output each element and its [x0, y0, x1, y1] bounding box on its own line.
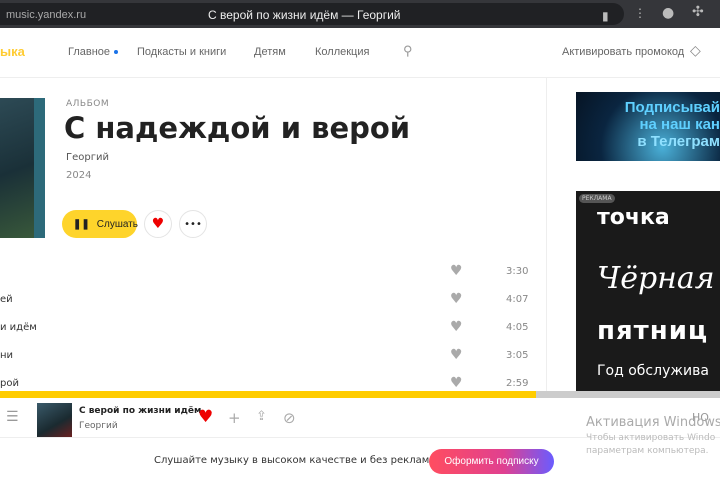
- track-name: ей: [0, 294, 13, 305]
- subscribe-button[interactable]: Оформить подписку: [429, 449, 554, 474]
- ad-line: Чёрная: [597, 261, 715, 296]
- logo[interactable]: ыка: [0, 44, 25, 59]
- progress-fill: [0, 391, 536, 398]
- plus-icon[interactable]: +: [228, 409, 241, 427]
- nav-collection[interactable]: Коллекция: [315, 46, 369, 58]
- tochka-ad[interactable]: РЕКЛАМА точка Чёрная пятниц Год обслужив…: [576, 191, 720, 391]
- heart-icon[interactable]: ♥: [198, 407, 213, 427]
- menu-dots-icon[interactable]: ⋮: [634, 6, 646, 20]
- album-type: АЛЬБОМ: [66, 99, 110, 109]
- heart-icon[interactable]: ♥: [450, 347, 463, 363]
- url-text[interactable]: music.yandex.ru: [6, 9, 86, 21]
- ad-brand: точка: [597, 205, 670, 230]
- bookmark-icon[interactable]: ▮: [602, 9, 609, 23]
- play-button[interactable]: ❚❚ Слушать: [62, 210, 138, 238]
- track-row[interactable]: ни ♥ 3:05: [0, 342, 530, 370]
- heart-icon[interactable]: ♥: [450, 263, 463, 279]
- nav-home-label: Главное: [68, 46, 111, 58]
- nav-podcasts[interactable]: Подкасты и книги: [137, 46, 226, 58]
- ad-line: Год обслужива: [597, 363, 709, 379]
- album-cover-edge: [34, 98, 45, 238]
- ad-line: на наш кан: [639, 116, 720, 133]
- ticket-icon[interactable]: ◇: [690, 42, 701, 59]
- track-name: рой: [0, 378, 19, 389]
- new-dot: [114, 50, 119, 55]
- nav-home[interactable]: Главное: [68, 46, 119, 58]
- track-row[interactable]: и идём ♥ 4:05: [0, 314, 530, 342]
- track-duration: 4:05: [506, 322, 529, 333]
- ad-line: в Телеграм: [637, 133, 720, 150]
- search-icon[interactable]: ⚲: [403, 43, 413, 59]
- site-header: ыка Главное Подкасты и книги Детям Колле…: [0, 28, 720, 78]
- queue-icon[interactable]: ☰: [6, 409, 19, 425]
- nav-kids[interactable]: Детям: [254, 46, 286, 58]
- play-label: Слушать: [96, 218, 138, 230]
- promo-text: Слушайте музыку в высоком качестве и без…: [154, 455, 438, 466]
- player-artist[interactable]: Георгий: [79, 421, 118, 431]
- share-icon[interactable]: ⇪: [256, 409, 267, 424]
- heart-icon[interactable]: ♥: [450, 291, 463, 307]
- ad-line: пятниц: [597, 316, 709, 346]
- address-bar[interactable]: music.yandex.ru С верой по жизни идём — …: [0, 3, 624, 25]
- player-track-title[interactable]: С верой по жизни идём: [79, 406, 201, 416]
- more-button[interactable]: •••: [179, 210, 207, 238]
- windows-activation-title: Активация Windows: [586, 415, 720, 430]
- promo-code-link[interactable]: Активировать промокод: [562, 46, 684, 58]
- ad-label: РЕКЛАМА: [579, 194, 615, 203]
- track-name: ни: [0, 350, 14, 361]
- block-icon[interactable]: ⊘: [283, 409, 296, 427]
- track-row[interactable]: ♥ 3:30: [0, 258, 530, 286]
- windows-line: Чтобы активировать Windo: [586, 433, 716, 443]
- track-cover[interactable]: [37, 403, 72, 437]
- album-year: 2024: [66, 170, 92, 181]
- divider: [546, 78, 547, 391]
- track-name: и идём: [0, 322, 37, 333]
- album-title: С надеждой и верой: [64, 111, 411, 145]
- pause-icon: ❚❚: [73, 218, 90, 230]
- heart-icon[interactable]: ♥: [450, 375, 463, 391]
- globe-icon[interactable]: ●: [662, 5, 674, 21]
- track-duration: 3:05: [506, 350, 529, 361]
- telegram-ad[interactable]: Подписывай на наш кан в Телеграм: [576, 92, 720, 161]
- page-title-text: С верой по жизни идём — Георгий: [208, 8, 401, 22]
- playback-progress[interactable]: [0, 391, 720, 398]
- track-duration: 3:30: [506, 266, 529, 277]
- like-album-button[interactable]: ♥: [144, 210, 172, 238]
- track-duration: 4:07: [506, 294, 529, 305]
- track-duration: 2:59: [506, 378, 529, 389]
- windows-activation-text: Чтобы активировать Windo параметрам компь…: [586, 432, 715, 458]
- windows-line: параметрам компьютера.: [586, 446, 709, 456]
- ad-line: Подписывай: [624, 99, 720, 116]
- heart-icon[interactable]: ♥: [450, 319, 463, 335]
- extensions-icon[interactable]: ✣: [692, 4, 704, 20]
- album-artist[interactable]: Георгий: [66, 152, 109, 163]
- browser-bar: music.yandex.ru С верой по жизни идём — …: [0, 0, 720, 28]
- track-row[interactable]: ей ♥ 4:07: [0, 286, 530, 314]
